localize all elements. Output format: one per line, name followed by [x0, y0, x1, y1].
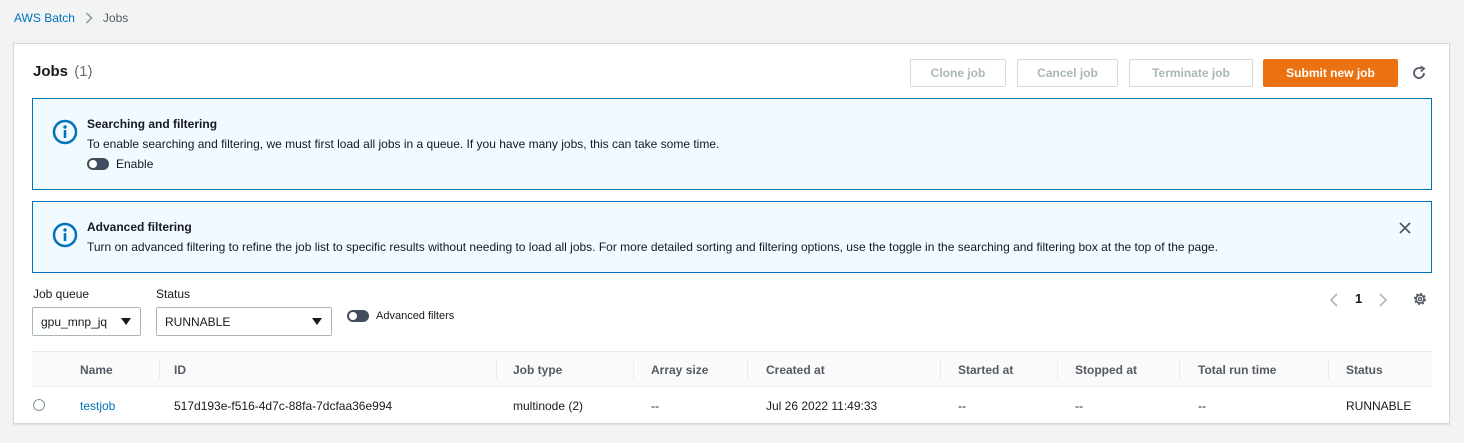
alert-text: To enable searching and filtering, we mu…	[87, 137, 720, 151]
column-divider	[940, 360, 941, 380]
enable-label: Enable	[116, 157, 154, 171]
alert-text: Turn on advanced filtering to refine the…	[87, 240, 1218, 254]
column-name[interactable]: Name	[80, 363, 113, 377]
status-label: Status	[156, 287, 191, 301]
jobs-panel: Jobs (1) Clone job Cancel job Terminate …	[13, 43, 1450, 424]
column-status[interactable]: Status	[1346, 363, 1383, 377]
submit-new-job-button[interactable]: Submit new job	[1263, 59, 1398, 87]
clone-job-button[interactable]: Clone job	[910, 59, 1006, 87]
advanced-filter-alert: Advanced filtering Turn on advanced filt…	[32, 201, 1432, 273]
row-select-radio[interactable]	[33, 399, 45, 411]
table-row: testjob 517d193e-f516-4d7c-88fa-7dcfaa36…	[32, 387, 1432, 423]
total-run-time: --	[1198, 399, 1206, 413]
job-queue-select[interactable]: gpu_mnp_jq	[32, 307, 141, 336]
created-at: Jul 26 2022 11:49:33	[766, 399, 878, 413]
column-started-at[interactable]: Started at	[958, 363, 1013, 377]
started-at: --	[958, 399, 966, 413]
column-divider	[159, 360, 160, 380]
refresh-icon[interactable]	[1411, 65, 1427, 81]
alert-title: Searching and filtering	[87, 117, 218, 131]
breadcrumb-jobs: Jobs	[102, 11, 129, 25]
column-divider	[633, 360, 634, 380]
column-job-type[interactable]: Job type	[513, 363, 562, 377]
table-header: Name ID Job type Array size Created at S…	[32, 351, 1432, 387]
column-array-size[interactable]: Array size	[651, 363, 708, 377]
column-divider	[496, 360, 497, 380]
column-divider	[747, 360, 748, 380]
column-total-run-time[interactable]: Total run time	[1198, 363, 1276, 377]
array-size: --	[651, 399, 659, 413]
status-select[interactable]: RUNNABLE	[156, 307, 332, 336]
column-divider	[1179, 360, 1180, 380]
column-id[interactable]: ID	[174, 363, 186, 377]
search-filter-alert: Searching and filtering To enable search…	[32, 98, 1432, 190]
caret-down-icon	[121, 318, 131, 325]
info-icon	[52, 222, 78, 248]
job-count: (1)	[74, 63, 93, 80]
column-stopped-at[interactable]: Stopped at	[1075, 363, 1137, 377]
chevron-left-icon[interactable]	[1329, 292, 1339, 308]
status-value: RUNNABLE	[165, 314, 231, 329]
job-id: 517d193e-f516-4d7c-88fa-7dcfaa36e994	[174, 399, 393, 413]
page-title: Jobs (1)	[33, 63, 93, 80]
advanced-filters-toggle-row[interactable]: Advanced filters	[347, 310, 454, 322]
advanced-filters-toggle[interactable]	[347, 310, 369, 322]
info-icon	[52, 119, 78, 145]
breadcrumb: AWS Batch Jobs	[14, 11, 128, 25]
column-divider	[1057, 360, 1058, 380]
job-queue-value: gpu_mnp_jq	[41, 314, 108, 329]
column-created-at[interactable]: Created at	[766, 363, 825, 377]
breadcrumb-aws-batch[interactable]: AWS Batch	[14, 11, 75, 25]
advanced-filters-label: Advanced filters	[376, 310, 455, 322]
job-name-link[interactable]: testjob	[80, 399, 115, 413]
job-queue-label: Job queue	[33, 287, 90, 301]
chevron-right-icon	[85, 12, 93, 24]
enable-toggle[interactable]	[87, 158, 109, 170]
caret-down-icon	[312, 318, 322, 325]
alert-title: Advanced filtering	[87, 220, 192, 234]
job-status: RUNNABLE	[1346, 399, 1412, 413]
page-number[interactable]: 1	[1355, 291, 1362, 306]
terminate-job-button[interactable]: Terminate job	[1129, 59, 1253, 87]
column-divider	[1328, 360, 1329, 380]
panel-title: Jobs	[33, 63, 69, 80]
chevron-right-icon[interactable]	[1378, 292, 1388, 308]
close-icon[interactable]	[1398, 221, 1412, 235]
enable-toggle-row[interactable]: Enable	[87, 157, 153, 171]
gear-icon[interactable]	[1412, 291, 1428, 307]
cancel-job-button[interactable]: Cancel job	[1017, 59, 1118, 87]
job-type: multinode (2)	[513, 399, 584, 413]
stopped-at: --	[1075, 399, 1083, 413]
